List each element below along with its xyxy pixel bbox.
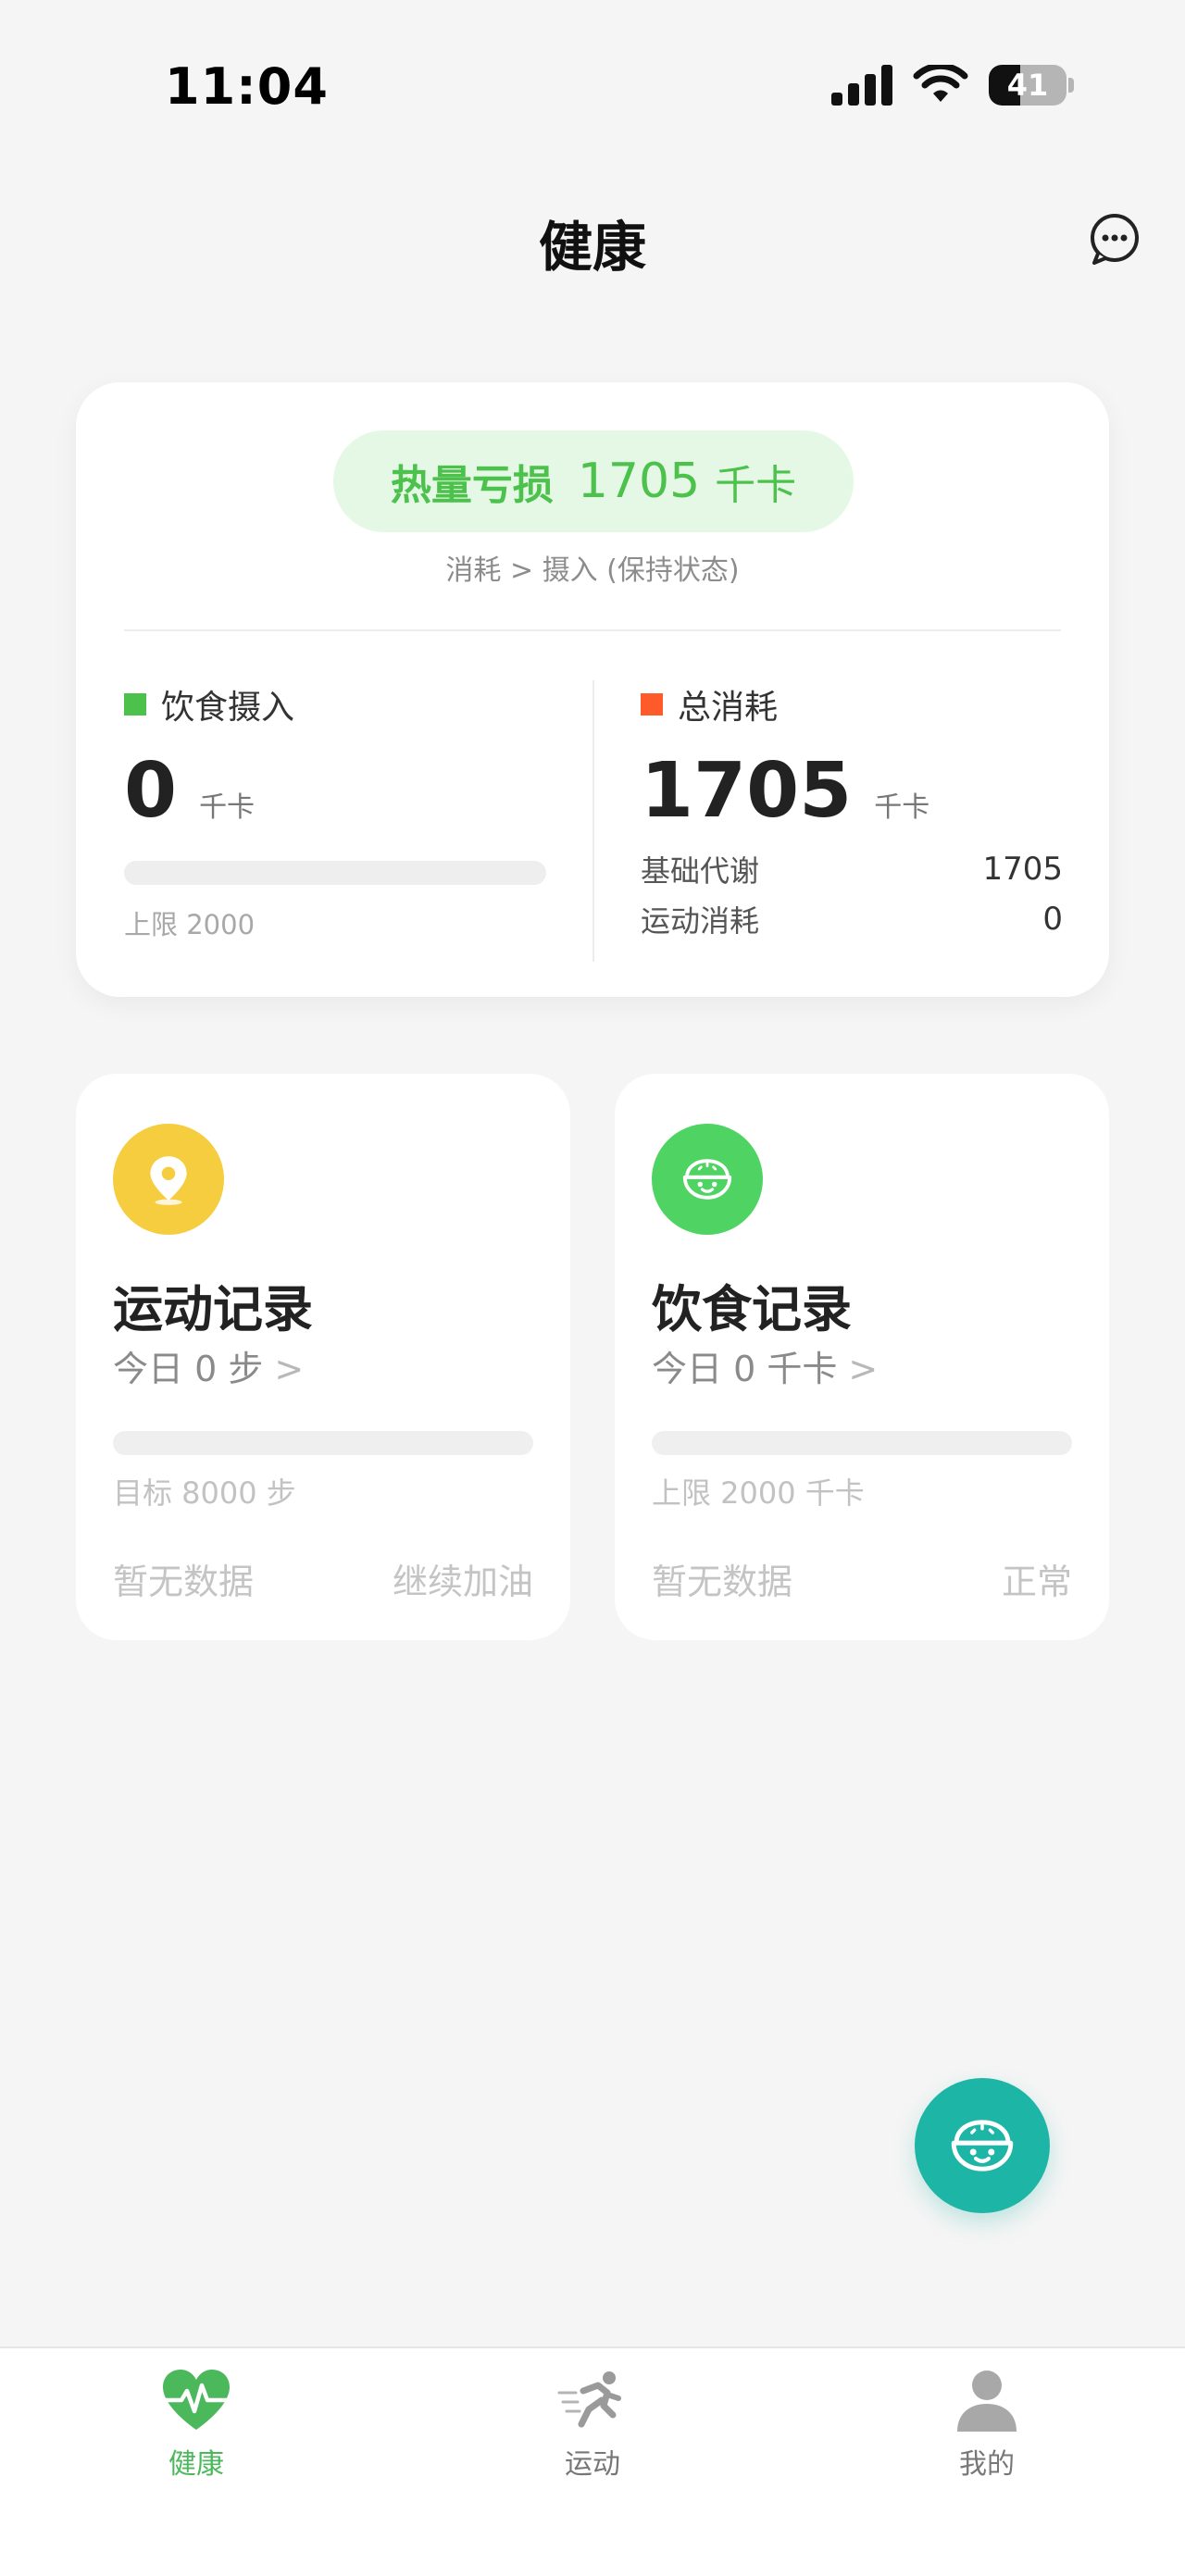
burn-value: 1705 (641, 747, 853, 835)
intake-unit: 千卡 (199, 791, 256, 824)
wifi-icon (913, 65, 968, 102)
calorie-deficit-badge: 热量亏损 1705 千卡 (333, 430, 854, 532)
exercise-today[interactable]: 今日 0 步 > (113, 1340, 304, 1391)
bottom-tab-bar: 健康 运动 我的 (0, 2346, 1185, 2576)
diet-today[interactable]: 今日 0 千卡 > (652, 1340, 878, 1391)
diet-target: 上限 2000 千卡 (652, 1475, 865, 1511)
tab-sport[interactable]: 运动 (500, 2367, 685, 2482)
exercise-burn-label: 运动消耗 (641, 903, 760, 939)
page-title: 健康 (538, 216, 646, 279)
chat-bubble-icon[interactable] (1085, 209, 1144, 268)
burn-section: 总消耗 1705 千卡 基础代谢 1705 运动消耗 0 (641, 680, 1063, 944)
burn-breakdown: 基础代谢 1705 运动消耗 0 (641, 844, 1063, 944)
burn-unit: 千卡 (874, 791, 930, 824)
burn-label: 总消耗 (678, 689, 779, 727)
intake-label: 饮食摄入 (161, 689, 295, 727)
add-food-fab[interactable] (915, 2078, 1050, 2213)
tab-health-label: 健康 (168, 2448, 224, 2481)
intake-section: 饮食摄入 0 千卡 上限 2000 (124, 680, 550, 942)
battery-percent: 41 (1006, 68, 1049, 103)
header: 健康 (0, 185, 1185, 287)
calorie-summary-card: 热量亏损 1705 千卡 消耗 > 摄入 (保持状态) 饮食摄入 0 千卡 上限… (76, 382, 1109, 997)
intake-progress-bar (124, 861, 546, 885)
intake-legend: 饮食摄入 (124, 680, 550, 728)
deficit-label: 热量亏损 (390, 462, 554, 509)
cellular-signal-icon (831, 65, 892, 106)
burn-legend: 总消耗 (641, 680, 1063, 728)
rice-bowl-icon (951, 2120, 1014, 2172)
deficit-description: 消耗 > 摄入 (保持状态) (445, 554, 740, 587)
exercise-burn-value: 0 (1042, 901, 1063, 938)
person-icon (957, 2371, 1017, 2432)
tab-mine[interactable]: 我的 (894, 2367, 1079, 2482)
diet-record-title: 饮食记录 (652, 1280, 852, 1338)
bmr-value: 1705 (982, 851, 1063, 888)
status-bar: 11:04 41 (0, 0, 1185, 167)
location-pin-icon (113, 1124, 224, 1235)
exercise-footer: 暂无数据 继续加油 (113, 1553, 533, 1604)
deficit-unit: 千卡 (715, 462, 797, 509)
runner-icon (557, 2371, 621, 2428)
exercise-status-right: 继续加油 (392, 1562, 533, 1602)
burn-legend-square-icon (641, 693, 663, 716)
intake-legend-square-icon (124, 693, 146, 716)
diet-today-calories: 今日 0 千卡 (652, 1349, 838, 1389)
tab-sport-label: 运动 (565, 2448, 620, 2481)
bmr-row: 基础代谢 1705 (641, 844, 1063, 894)
diet-status-right: 正常 (1001, 1562, 1072, 1602)
exercise-target: 目标 8000 步 (113, 1475, 296, 1511)
status-icons: 41 (831, 65, 1074, 106)
exercise-record-title: 运动记录 (113, 1280, 313, 1338)
status-time: 11:04 (165, 57, 329, 116)
diet-record-card[interactable]: 饮食记录 今日 0 千卡 > 上限 2000 千卡 暂无数据 正常 (615, 1074, 1109, 1640)
diet-status-left: 暂无数据 (652, 1562, 793, 1602)
exercise-burn-row: 运动消耗 0 (641, 894, 1063, 944)
chevron-right-icon: > (274, 1349, 305, 1389)
intake-limit: 上限 2000 (124, 909, 256, 940)
bmr-label: 基础代谢 (641, 853, 760, 889)
rice-bowl-icon (652, 1124, 763, 1235)
tab-health[interactable]: 健康 (104, 2367, 289, 2482)
battery-icon: 41 (989, 65, 1074, 106)
diet-footer: 暂无数据 正常 (652, 1553, 1072, 1604)
exercise-record-card[interactable]: 运动记录 今日 0 步 > 目标 8000 步 暂无数据 继续加油 (76, 1074, 570, 1640)
exercise-today-steps: 今日 0 步 (113, 1349, 264, 1389)
tab-mine-label: 我的 (959, 2448, 1015, 2481)
diet-progress-bar (652, 1431, 1072, 1455)
divider (124, 629, 1061, 631)
exercise-status-left: 暂无数据 (113, 1562, 255, 1602)
chevron-right-icon: > (848, 1349, 879, 1389)
heart-pulse-icon (162, 2370, 231, 2430)
intake-value: 0 (124, 747, 178, 835)
deficit-value: 1705 (577, 454, 701, 509)
column-divider (592, 680, 594, 962)
exercise-progress-bar (113, 1431, 533, 1455)
